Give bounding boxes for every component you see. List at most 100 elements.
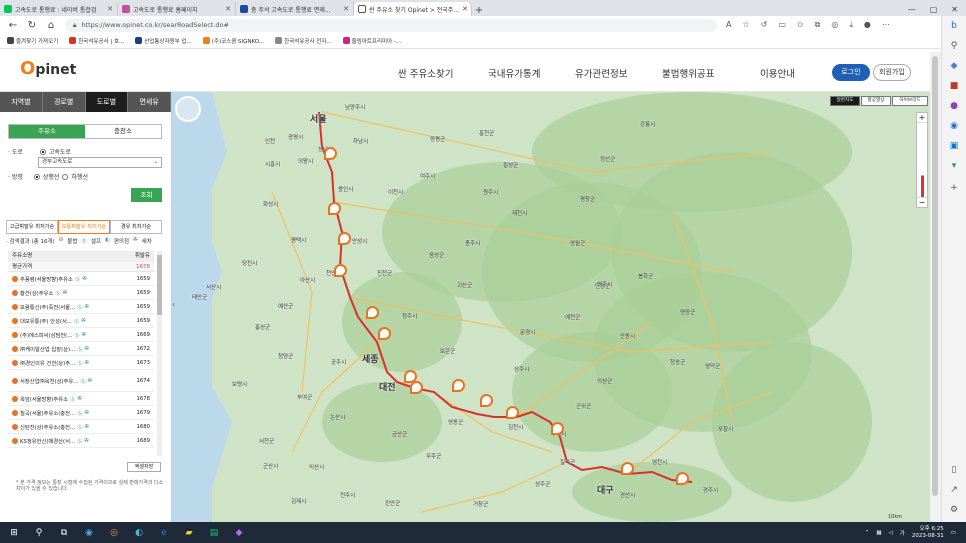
station-pin-icon[interactable] — [410, 381, 423, 394]
browser-tab[interactable]: 충 주석 고속도로 통행료 면제... ✕ — [236, 2, 354, 16]
maximize-button[interactable]: ▢ — [930, 5, 938, 14]
excel-icon[interactable]: ▤ — [208, 528, 220, 538]
url-text[interactable]: https://www.opinet.co.kr/searRoadSelect.… — [81, 21, 229, 29]
map-type-hybrid[interactable]: 하이브리드 — [892, 96, 928, 106]
table-row[interactable]: 칠곡(서울)주유소(충전... Ⓢ ✇ 1679 — [8, 406, 154, 420]
station-pin-icon[interactable] — [676, 472, 689, 485]
table-row[interactable]: 보람통신(주)죽전(서울... Ⓢ ✇ 1659 — [8, 300, 154, 314]
external-link-icon[interactable]: ↗ — [948, 484, 960, 496]
page-scrollbar[interactable] — [930, 52, 941, 522]
table-row[interactable]: ㈜케이알산업 입장(상)... Ⓢ ✇ 1672 — [8, 342, 154, 356]
ie-icon[interactable]: e — [158, 528, 170, 538]
table-row[interactable]: ㈜경인의유 건천(상)주... Ⓢ ✇ 1673 — [8, 356, 154, 370]
zoom-in-button[interactable]: + — [917, 113, 927, 123]
join-button[interactable]: 회원가입 — [873, 64, 911, 81]
bing-icon[interactable]: b — [948, 20, 960, 32]
browser-tab[interactable]: 고속도로 통행료 : 네이버 통합검 ✕ — [0, 2, 118, 16]
edge-icon[interactable]: ◉ — [83, 528, 95, 538]
highway-radio[interactable] — [39, 148, 46, 155]
task-view-icon[interactable]: ⧉ — [58, 528, 70, 538]
login-button[interactable]: 로그인 — [832, 64, 870, 81]
office-icon[interactable]: ◉ — [948, 120, 960, 132]
refresh-icon[interactable]: ↻ — [27, 20, 37, 31]
tab-route[interactable]: 경로별 — [42, 92, 86, 112]
search-icon[interactable]: ⚲ — [33, 528, 45, 538]
favorites-icon[interactable]: ✩ — [797, 20, 804, 30]
station-pin-icon[interactable] — [621, 462, 634, 475]
station-pin-icon[interactable] — [551, 422, 564, 435]
home-icon[interactable]: ⌂ — [46, 20, 56, 31]
station-pin-icon[interactable] — [452, 379, 465, 392]
tab-region[interactable]: 지역별 — [0, 92, 43, 112]
station-name[interactable]: 대보유통(주) 안성(서... Ⓢ ✇ — [12, 317, 122, 325]
list-scroll-thumb[interactable] — [157, 255, 162, 315]
map-type-normal[interactable]: 일반지도 — [830, 96, 860, 106]
network-icon[interactable]: ▦ — [876, 530, 881, 536]
close-icon[interactable]: ✕ — [107, 5, 113, 13]
tab-tax-free[interactable]: 면세유 — [128, 92, 171, 112]
read-aloud-icon[interactable]: A — [726, 20, 731, 30]
table-row[interactable]: KS정유한신(매경산(서... Ⓢ ✇ 1689 — [8, 434, 154, 448]
zoom-slider[interactable] — [921, 125, 924, 197]
table-row[interactable]: 신탄진(상)주유소(충전... Ⓢ ✇ 1680 — [8, 420, 154, 434]
road-select[interactable]: 경부고속도로 ⌄ — [38, 157, 162, 168]
bookmark-item[interactable]: (주)코스콤 SIGNKO... — [202, 37, 264, 45]
station-name[interactable]: (주)에스피씨(삼밈전(... Ⓢ ✇ — [12, 331, 122, 339]
more-menu-icon[interactable]: ⋯ — [882, 20, 890, 30]
sidebar-toggle-icon[interactable]: ▯ — [948, 464, 960, 476]
charging-station-option[interactable]: 충전소 — [85, 125, 161, 138]
collections-icon[interactable]: ⧉ — [815, 20, 821, 30]
station-name[interactable]: 신탄진(상)주유소(충전... Ⓢ ✇ — [12, 423, 122, 431]
diesel-sort-tab[interactable]: 경유 최저가순 — [110, 220, 162, 234]
station-name[interactable]: ㈜경인의유 건천(상)주... Ⓢ ✇ — [12, 359, 122, 367]
new-tab-button[interactable]: + — [472, 5, 486, 16]
station-name[interactable]: ㈜케이알산업 입장(상)... Ⓢ ✇ — [12, 345, 122, 353]
volume-icon[interactable]: ◁ — [889, 530, 893, 536]
map-type-aerial[interactable]: 항공영상 — [861, 96, 891, 106]
search-icon[interactable]: ⚲ — [948, 40, 960, 52]
collapse-panel-icon[interactable]: ‹ — [172, 300, 175, 309]
favorite-star-icon[interactable]: ☆ — [742, 20, 749, 30]
browser-tab[interactable]: 고속도로 통행료 홈페이지 ✕ — [118, 2, 236, 16]
map-view[interactable]: 서울인천남양주시광명시성남시하남시시흥시의왕시이천시용인시화성시여주시양평군평택… — [172, 92, 930, 522]
windows-start-icon[interactable]: ⊞ — [8, 528, 20, 538]
close-icon[interactable]: ✕ — [225, 5, 231, 13]
menu-find-station[interactable]: 싼 주유소찾기 — [398, 66, 453, 80]
file-explorer-icon[interactable]: ▰ — [183, 528, 195, 538]
drop-icon[interactable]: ▾ — [948, 160, 960, 172]
table-row[interactable]: 대보유통(주) 안성(서... Ⓢ ✇ 1659 — [8, 314, 154, 328]
chrome-icon[interactable]: ◎ — [108, 528, 120, 538]
app-icon[interactable]: ◆ — [233, 528, 245, 538]
menu-domestic-prices[interactable]: 국내유가통계 — [488, 66, 540, 80]
menu-price-info[interactable]: 유가관련정보 — [575, 66, 627, 80]
up-direction-radio[interactable] — [33, 173, 40, 180]
table-row[interactable]: (주)에스피씨(삼밈전(... Ⓢ ✇ 1669 — [8, 328, 154, 342]
minimize-button[interactable]: — — [908, 5, 916, 14]
station-pin-icon[interactable] — [324, 147, 337, 160]
search-button[interactable]: 조회 — [131, 188, 162, 202]
station-name[interactable]: KS정유한신(매경산(서... Ⓢ ✇ — [12, 437, 122, 445]
station-name[interactable]: 칠곡(서울)주유소(충전... Ⓢ ✇ — [12, 409, 122, 417]
notification-icon[interactable]: ▭ — [951, 530, 956, 536]
station-pin-icon[interactable] — [338, 232, 351, 245]
bookmark-item[interactable]: 줄링아트프리미아 -... — [342, 37, 401, 45]
clock[interactable]: 오후 6:25 2023-08-31 — [912, 526, 944, 540]
station-name[interactable]: 추풍령(서울방향)주유소 Ⓢ ✇ — [12, 275, 122, 283]
url-bar[interactable]: 🔒︎ https://www.opinet.co.kr/searRoadSele… — [65, 18, 717, 32]
bookmark-item[interactable]: 한국석유공사 전자... — [275, 37, 332, 45]
split-screen-icon[interactable]: ▭ — [778, 20, 786, 30]
tab-road[interactable]: 도로별 — [85, 92, 129, 112]
station-pin-icon[interactable] — [378, 327, 391, 340]
regular-sort-tab[interactable]: 보통휘발유 최저가순 — [58, 220, 110, 234]
refresh-alt-icon[interactable]: ↺ — [761, 20, 768, 30]
edge-browser-icon[interactable]: ◐ — [133, 528, 145, 538]
station-name[interactable]: 옥암(서울방향)주유소 Ⓢ ✇ — [12, 395, 122, 403]
games-icon[interactable]: ● — [948, 100, 960, 112]
table-row[interactable]: 서창산업㈜옥천(상)주유... Ⓢ ✇ 1674 — [8, 370, 154, 392]
close-window-button[interactable]: ✕ — [951, 5, 958, 14]
opinet-logo[interactable]: Opinet — [20, 58, 76, 79]
settings-gear-icon[interactable]: ⚙ — [948, 504, 960, 516]
table-row[interactable]: 옥암(서울방향)주유소 Ⓢ ✇ 1678 — [8, 392, 154, 406]
zoom-out-button[interactable]: − — [917, 197, 927, 207]
map-pan-control[interactable] — [175, 96, 201, 122]
